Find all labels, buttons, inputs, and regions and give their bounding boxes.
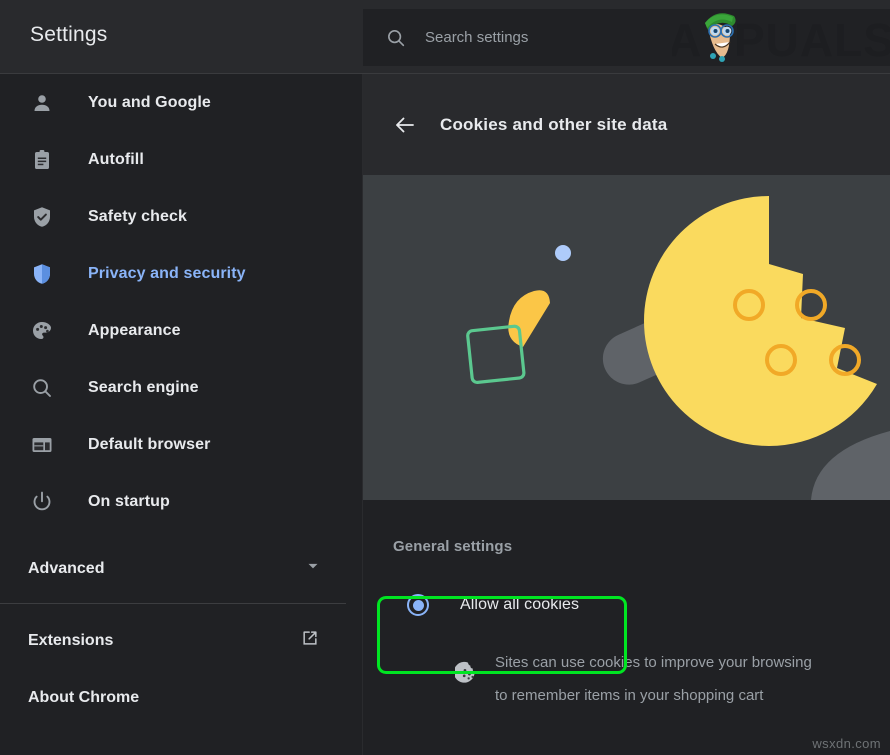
power-icon	[28, 488, 56, 516]
option-label: Allow all cookies	[460, 596, 580, 613]
sidebar-item-autofill[interactable]: Autofill	[0, 131, 362, 188]
sidebar-item-label: You and Google	[88, 93, 211, 111]
main-content: Cookies and other site data General sett…	[363, 74, 890, 755]
sidebar-item-label: Extensions	[28, 631, 114, 649]
sidebar-item-privacy-and-security[interactable]: Privacy and security	[0, 245, 362, 302]
radio-button-allow-all-cookies[interactable]	[407, 594, 429, 616]
sidebar-item-extensions[interactable]: Extensions	[0, 612, 362, 669]
sidebar-item-label: On startup	[88, 492, 170, 510]
option-allow-all-cookies[interactable]: Allow all cookies	[393, 581, 643, 629]
sidebar-advanced-label: Advanced	[28, 559, 105, 577]
top-bar: Settings A PUALS	[0, 0, 890, 74]
arrow-left-icon[interactable]	[392, 112, 418, 138]
sidebar-item-search-engine[interactable]: Search engine	[0, 359, 362, 416]
shield-check-icon	[28, 203, 56, 231]
sidebar-item-you-and-google[interactable]: You and Google	[0, 74, 362, 131]
palette-icon	[28, 317, 56, 345]
page-title: Cookies and other site data	[440, 114, 668, 134]
sidebar-item-label: Search engine	[88, 378, 199, 396]
option-description: Sites can use cookies to improve your br…	[393, 646, 890, 712]
sidebar-item-label: Autofill	[88, 150, 144, 168]
chevron-down-icon	[304, 557, 322, 580]
search-icon	[385, 27, 407, 49]
sidebar-item-label: Safety check	[88, 207, 188, 225]
sidebar-item-about-chrome[interactable]: About Chrome	[0, 669, 362, 726]
person-icon	[28, 89, 56, 117]
sidebar: You and Google Autofill Safety check Pri…	[0, 74, 362, 755]
search-bar[interactable]	[363, 9, 890, 66]
cookie-icon	[453, 660, 481, 712]
settings-window: Settings A PUALS	[0, 0, 890, 755]
window-title: Settings	[30, 23, 108, 46]
radio-selected-dot	[412, 599, 424, 611]
page-header: Cookies and other site data	[363, 74, 890, 175]
option-description-text: Sites can use cookies to improve your br…	[495, 646, 812, 712]
sidebar-item-label: Privacy and security	[88, 264, 246, 282]
sidebar-item-label: About Chrome	[28, 688, 140, 706]
description-line-2: to remember items in your shopping cart	[495, 687, 764, 704]
clipboard-icon	[28, 146, 56, 174]
sidebar-item-on-startup[interactable]: On startup	[0, 473, 362, 530]
external-link-icon	[300, 628, 320, 653]
general-settings-section: General settings Allow all cookies Sites…	[363, 500, 890, 712]
browser-window-icon	[28, 431, 56, 459]
description-line-1: Sites can use cookies to improve your br…	[495, 654, 812, 671]
sidebar-item-appearance[interactable]: Appearance	[0, 302, 362, 359]
search-input[interactable]	[425, 29, 755, 46]
blue-dot-shape	[555, 245, 571, 261]
section-label: General settings	[393, 538, 513, 555]
search-icon	[28, 374, 56, 402]
sidebar-item-safety-check[interactable]: Safety check	[0, 188, 362, 245]
sidebar-advanced-toggle[interactable]: Advanced	[0, 540, 362, 597]
cookie-illustration	[363, 175, 890, 500]
sidebar-item-default-browser[interactable]: Default browser	[0, 416, 362, 473]
shield-icon	[28, 260, 56, 288]
site-watermark: wsxdn.com	[812, 736, 881, 751]
sidebar-item-label: Appearance	[88, 321, 181, 339]
sidebar-divider	[0, 603, 346, 604]
sidebar-item-label: Default browser	[88, 435, 211, 453]
